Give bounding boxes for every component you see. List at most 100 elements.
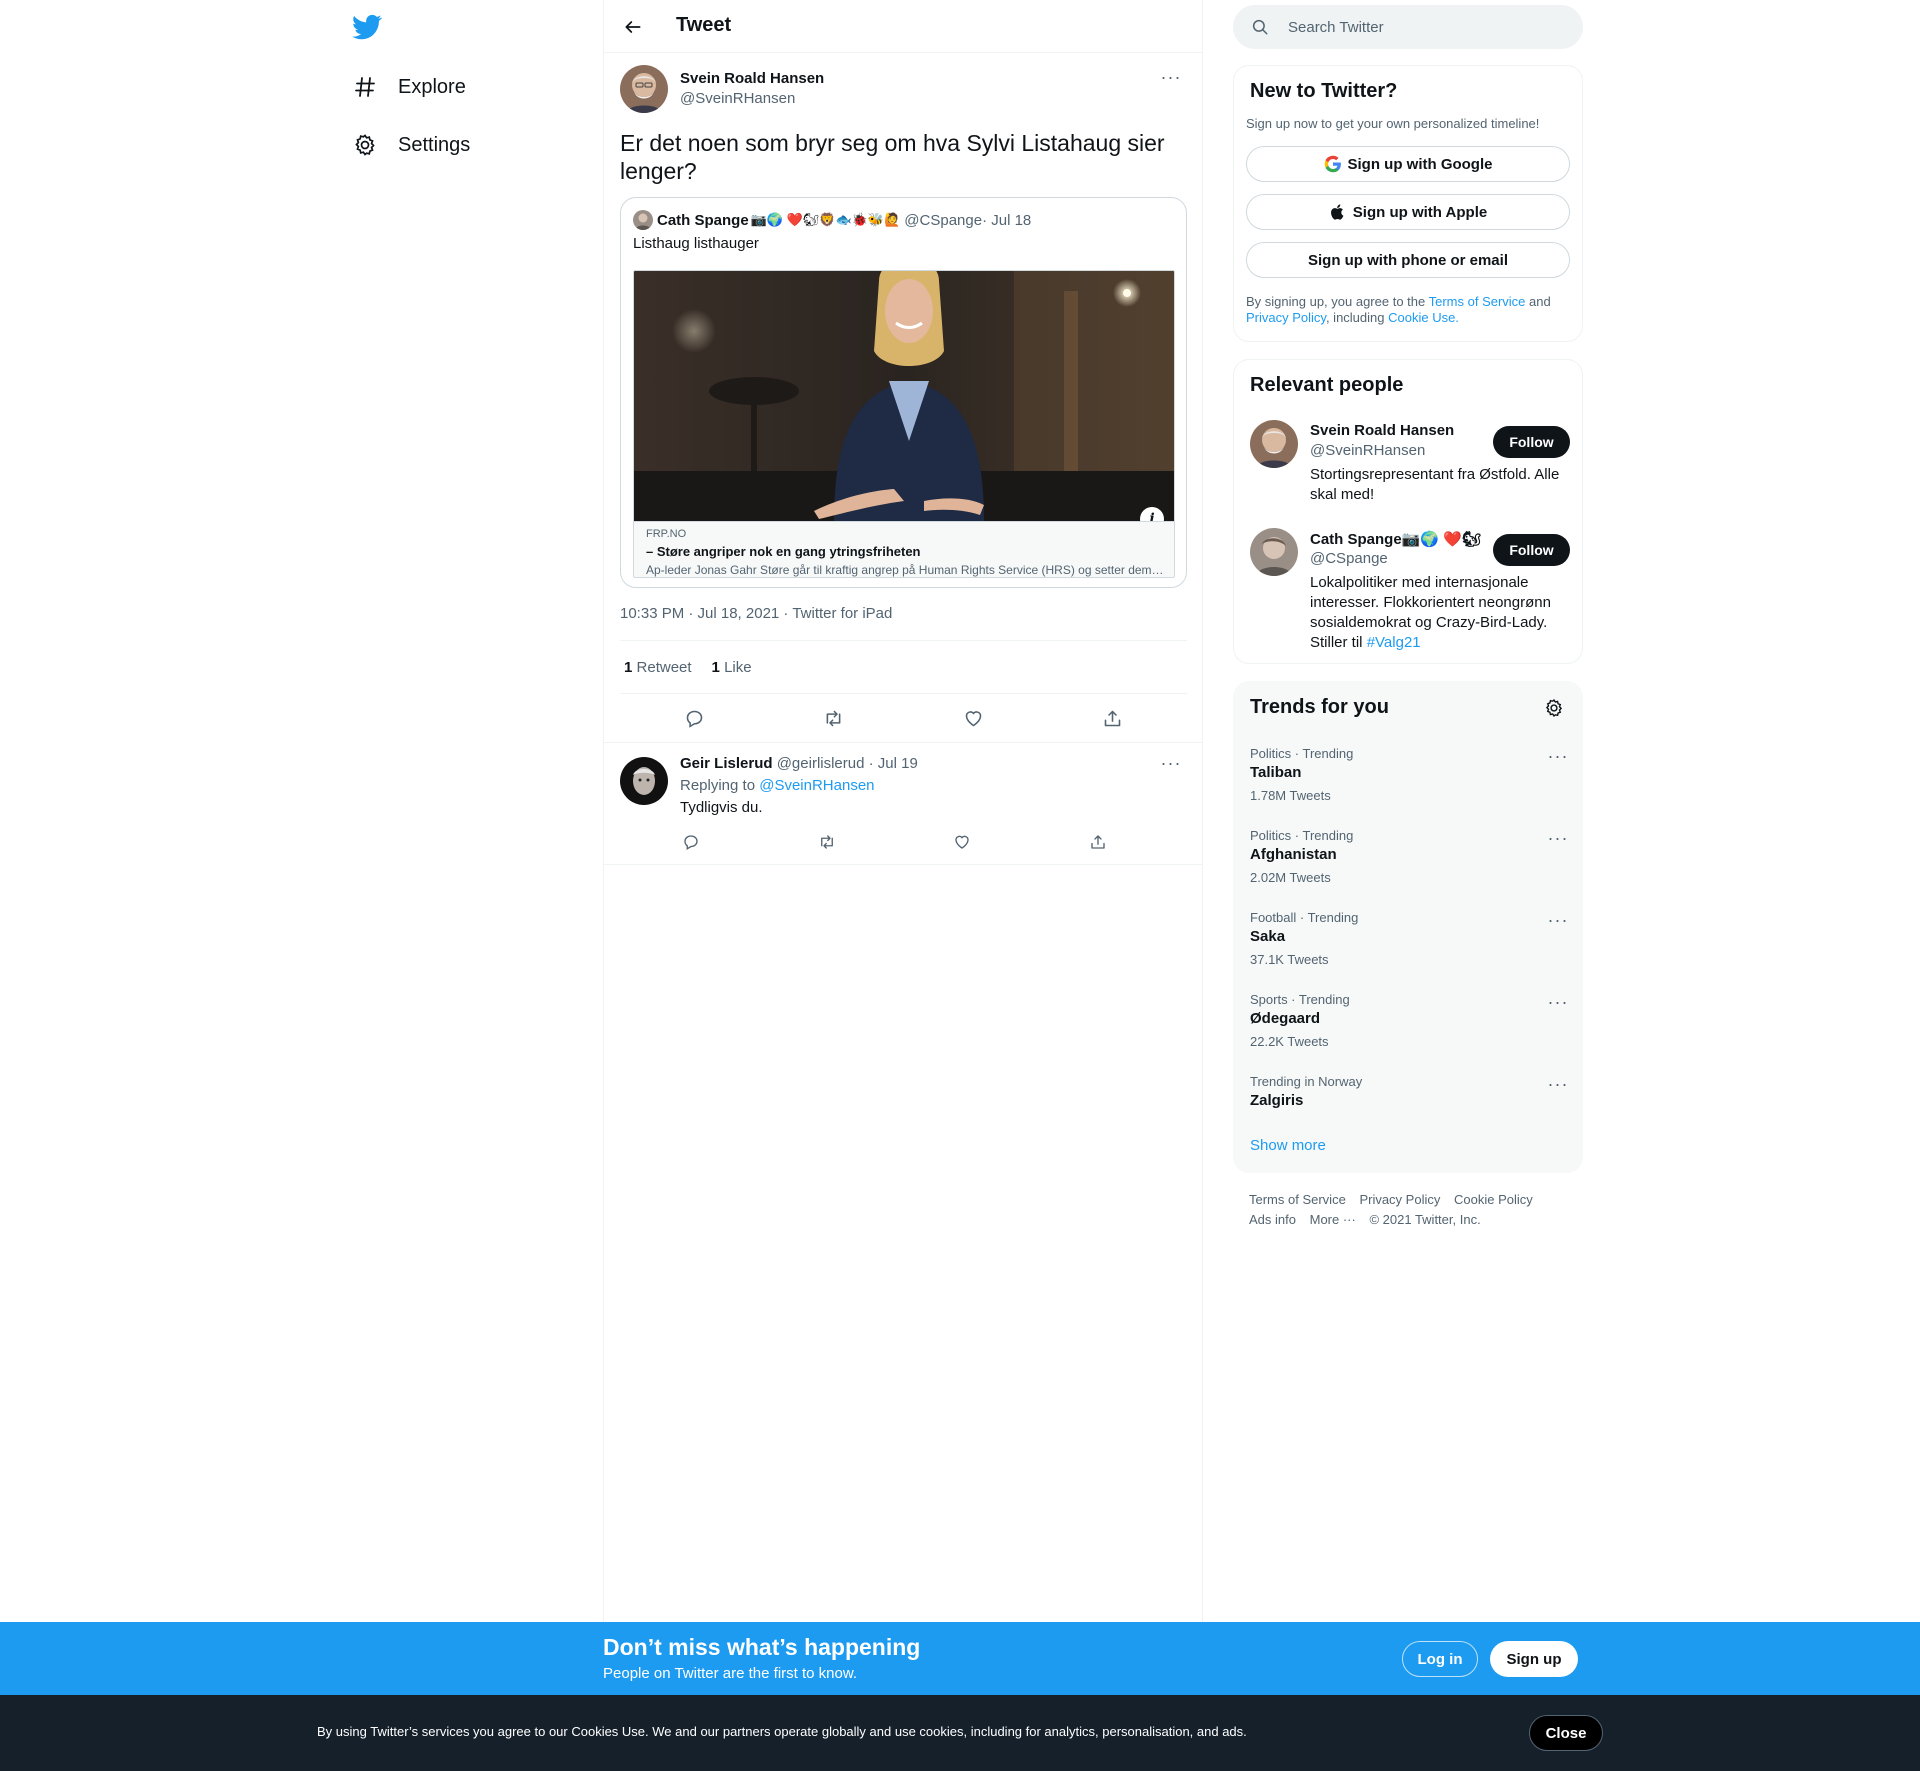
- footer-more-link[interactable]: More ···: [1310, 1212, 1356, 1227]
- reply-icon[interactable]: [678, 829, 704, 855]
- signup-google-button[interactable]: Sign up with Google: [1246, 146, 1570, 182]
- like-icon[interactable]: [949, 829, 975, 855]
- share-icon[interactable]: [1085, 829, 1111, 855]
- trend-name: Afghanistan: [1250, 846, 1337, 863]
- nav-explore[interactable]: Explore: [352, 67, 466, 107]
- likes-count: 1: [711, 658, 720, 676]
- privacy-link[interactable]: Privacy Policy: [1246, 310, 1326, 325]
- retweet-icon[interactable]: [814, 829, 840, 855]
- like-icon[interactable]: [956, 701, 990, 735]
- search-input[interactable]: [1288, 5, 1568, 49]
- link-card[interactable]: i FRP.NO – Støre angriper nok en gang yt…: [633, 270, 1175, 578]
- trend-item[interactable]: Sports · Trending Ødegaard 22.2K Tweets …: [1234, 984, 1582, 1066]
- footer-cookie-link[interactable]: Cookie Policy: [1454, 1192, 1533, 1207]
- terms-link[interactable]: Terms of Service: [1429, 294, 1526, 309]
- new-to-twitter-title: New to Twitter?: [1250, 80, 1398, 102]
- person-item[interactable]: Svein Roald Hansen @SveinRHansen Follow …: [1250, 420, 1570, 510]
- legal-text: , including: [1325, 310, 1389, 325]
- trend-item[interactable]: Football · Trending Saka 37.1K Tweets ··…: [1234, 902, 1582, 984]
- trend-count: 37.1K Tweets: [1250, 952, 1329, 967]
- signup-google-label: Sign up with Google: [1347, 155, 1493, 173]
- more-options-icon[interactable]: ···: [1544, 828, 1572, 848]
- more-options-icon[interactable]: ···: [1157, 67, 1185, 87]
- legal-text: By signing up, you agree to the: [1246, 294, 1429, 309]
- follow-button[interactable]: Follow: [1493, 426, 1570, 458]
- signup-phone-label: Sign up with phone or email: [1307, 251, 1508, 269]
- more-options-icon[interactable]: ···: [1544, 992, 1572, 1012]
- trend-context: Politics · Trending: [1250, 746, 1354, 761]
- person-name[interactable]: Cath Spange📷🌍 ❤️🐿: [1310, 530, 1481, 548]
- avatar[interactable]: [620, 65, 668, 113]
- quoted-tweet-text: Listhaug listhauger: [633, 235, 759, 252]
- footer-links: Terms of Service Privacy Policy Cookie P…: [1249, 1190, 1579, 1230]
- signup-apple-button[interactable]: Sign up with Apple: [1246, 194, 1570, 230]
- link-card-title: – Støre angriper nok en gang ytringsfrih…: [646, 544, 921, 559]
- reply-tweet[interactable]: Geir Lislerud @geirlislerud · Jul 19 ···…: [604, 743, 1202, 865]
- hashtag-link[interactable]: #Valg21: [1367, 634, 1421, 651]
- back-arrow-icon[interactable]: [620, 14, 646, 40]
- tweet-text: Er det noen som bryr seg om hva Sylvi Li…: [620, 130, 1165, 184]
- reply-icon[interactable]: [677, 701, 711, 735]
- replying-to: Replying to @SveinRHansen: [680, 777, 875, 794]
- trend-item[interactable]: Politics · Trending Afghanistan 2.02M Tw…: [1234, 820, 1582, 902]
- footer-privacy-link[interactable]: Privacy Policy: [1359, 1192, 1440, 1207]
- more-options-icon[interactable]: ···: [1157, 753, 1185, 773]
- new-to-twitter-subtitle: Sign up now to get your own personalized…: [1246, 116, 1540, 131]
- retweet-icon[interactable]: [816, 701, 850, 735]
- more-options-icon[interactable]: ···: [1544, 1074, 1572, 1094]
- avatar[interactable]: [1250, 420, 1298, 468]
- main-tweet: Svein Roald Hansen @SveinRHansen ··· Er …: [604, 53, 1202, 743]
- avatar: [633, 210, 653, 230]
- reply-author-name[interactable]: Geir Lislerud: [680, 755, 773, 772]
- trend-item[interactable]: Trending in Norway Zalgiris ···: [1234, 1066, 1582, 1126]
- signup-banner: Don’t miss what’s happening People on Tw…: [0, 1622, 1920, 1695]
- trend-context: Football · Trending: [1250, 910, 1359, 925]
- search-box[interactable]: [1233, 5, 1583, 49]
- retweets-stat[interactable]: 1 Retweet: [624, 659, 692, 676]
- page-header: Tweet: [604, 0, 1202, 53]
- reply-text: Tydligvis du.: [680, 799, 763, 816]
- trends-title: Trends for you: [1250, 696, 1389, 718]
- avatar[interactable]: [620, 757, 668, 805]
- signup-legal-text: By signing up, you agree to the Terms of…: [1246, 294, 1566, 326]
- person-item[interactable]: Cath Spange📷🌍 ❤️🐿 @CSpange Follow Lokalp…: [1250, 528, 1570, 651]
- person-name[interactable]: Svein Roald Hansen: [1310, 422, 1454, 439]
- footer-ads-link[interactable]: Ads info: [1249, 1212, 1296, 1227]
- cookie-banner: By using Twitter’s services you agree to…: [0, 1695, 1920, 1771]
- quoted-tweet[interactable]: Cath Spange 📷🌍 ❤️🐿🦁🐟🐞🐝🙋 @CSpange · Jul 1…: [620, 197, 1187, 588]
- share-icon[interactable]: [1095, 701, 1129, 735]
- footer-terms-link[interactable]: Terms of Service: [1249, 1192, 1346, 1207]
- likes-stat[interactable]: 1 Like: [712, 659, 752, 676]
- relevant-people-title: Relevant people: [1250, 374, 1404, 396]
- author-name[interactable]: Svein Roald Hansen: [680, 70, 824, 87]
- signup-button[interactable]: Sign up: [1490, 1641, 1578, 1677]
- replying-to-link[interactable]: @SveinRHansen: [759, 777, 874, 794]
- trend-name: Taliban: [1250, 764, 1302, 781]
- show-more-link[interactable]: Show more: [1250, 1137, 1326, 1154]
- follow-button[interactable]: Follow: [1493, 534, 1570, 566]
- reply-author-handle[interactable]: @geirlislerud: [773, 755, 865, 772]
- nav-settings[interactable]: Settings: [352, 125, 470, 165]
- tweet-timestamp[interactable]: 10:33 PM · Jul 18, 2021 · Twitter for iP…: [620, 605, 892, 622]
- link-card-domain: FRP.NO: [646, 528, 687, 540]
- more-options-icon[interactable]: ···: [1544, 746, 1572, 766]
- avatar[interactable]: [1250, 528, 1298, 576]
- trend-name: Saka: [1250, 928, 1286, 945]
- reply-date[interactable]: · Jul 19: [864, 755, 918, 772]
- banner-subtitle: People on Twitter are the first to know.: [603, 1665, 858, 1682]
- person-bio: Stortingsrepresentant fra Østfold. Alle …: [1310, 466, 1560, 503]
- cookie-close-button[interactable]: Close: [1529, 1715, 1603, 1751]
- login-button[interactable]: Log in: [1402, 1641, 1478, 1677]
- person-bio-text: Lokalpolitiker med internasjonale intere…: [1310, 574, 1551, 651]
- cookie-use-link[interactable]: Cookie Use.: [1388, 310, 1459, 325]
- likes-label: Like: [724, 658, 752, 676]
- gear-icon[interactable]: [1542, 696, 1566, 720]
- more-options-icon[interactable]: ···: [1544, 910, 1572, 930]
- twitter-logo-icon[interactable]: [352, 12, 382, 42]
- trend-item[interactable]: Politics · Trending Taliban 1.78M Tweets…: [1234, 738, 1582, 820]
- signup-phone-button[interactable]: Sign up with phone or email: [1246, 242, 1570, 278]
- tweet-actions: [620, 694, 1187, 742]
- main-column: Tweet Svein Roald Hansen @SveinRHansen ·…: [603, 0, 1203, 1622]
- reply-header: Geir Lislerud @geirlislerud · Jul 19: [680, 755, 918, 772]
- author-handle[interactable]: @SveinRHansen: [680, 90, 795, 107]
